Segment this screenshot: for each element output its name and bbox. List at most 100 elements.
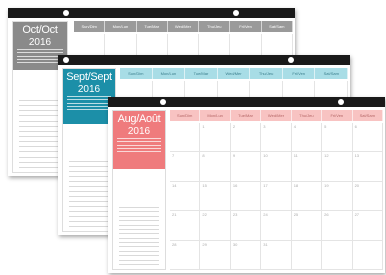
- day-number: 13: [354, 153, 360, 159]
- note-line: [19, 100, 61, 101]
- note-line: [119, 255, 159, 257]
- day-cell: 12: [322, 152, 353, 182]
- weekday-label: Tue/Mar: [231, 110, 262, 121]
- day-number: 4: [293, 124, 296, 129]
- day-number: 24: [263, 212, 268, 218]
- note-line: [19, 115, 61, 117]
- day-cell: 27: [352, 211, 383, 241]
- day-cell: 20: [352, 181, 383, 212]
- weekday-label: Sun/Dim: [120, 68, 153, 79]
- day-cell: 5: [322, 123, 353, 153]
- day-cell: 13: [352, 152, 383, 182]
- note-line: [19, 110, 61, 112]
- note-line: [119, 220, 159, 222]
- day-cell: 29: [200, 240, 231, 270]
- day-number: 6: [354, 124, 357, 129]
- note-line: [19, 166, 61, 168]
- calendar-aug: Aug/Août 2016 Sun/Dim Mon/Lun Tue/Mar Wed/M…: [108, 97, 385, 273]
- note-line: [69, 201, 109, 202]
- day-cell: 8: [200, 152, 231, 182]
- note-line: [119, 224, 159, 226]
- month-title: Oct/Oct: [22, 24, 58, 36]
- note-line: [69, 221, 109, 222]
- weekday-label: Wed/Mer: [261, 110, 292, 121]
- day-cell: 6: [352, 123, 383, 153]
- note-line: [19, 130, 61, 132]
- note-line: [69, 181, 109, 182]
- binder-hole: [63, 57, 69, 63]
- year-label: 2016: [127, 126, 151, 137]
- month-header: Aug/Août 2016: [113, 111, 165, 169]
- note-line: [119, 211, 159, 213]
- day-number: 23: [232, 212, 238, 218]
- day-cell: 23: [230, 211, 262, 241]
- day-number: 29: [202, 241, 207, 247]
- day-number: 30: [232, 241, 238, 247]
- date-grid: 1 2 3 4 5 6 7 8 9 10 11 12 13 14 15 16 17 18 19 20 21 22 23 24 2…: [170, 123, 383, 270]
- mini-calendar: [17, 49, 63, 63]
- note-line: [69, 186, 109, 187]
- day-number: 2: [232, 124, 236, 129]
- note-line: [69, 196, 109, 197]
- day-cell: 3: [261, 123, 292, 153]
- note-line: [119, 237, 159, 239]
- binder-hole: [288, 57, 294, 63]
- note-line: [119, 242, 159, 243]
- note-line: [19, 161, 61, 163]
- note-line: [19, 105, 61, 107]
- note-line: [119, 233, 159, 235]
- note-line: [119, 259, 159, 261]
- mini-calendar: [117, 138, 161, 152]
- weekday-label: Sun/Dim: [170, 110, 201, 121]
- note-line: [69, 161, 109, 162]
- weekday-label: Fri/Ven: [283, 68, 316, 79]
- day-number: 31: [263, 241, 268, 247]
- binder-hole: [338, 99, 344, 105]
- note-line: [119, 215, 159, 217]
- note-line: [69, 206, 109, 207]
- day-cell: 25: [291, 211, 323, 241]
- note-line: [119, 207, 159, 208]
- side-panel: Aug/Août 2016: [112, 110, 166, 270]
- day-number: 11: [293, 153, 298, 159]
- weekday-label: Fri/Ven: [322, 110, 353, 121]
- day-number: 9: [232, 153, 236, 159]
- note-line: [69, 176, 109, 177]
- day-cell: 16: [230, 181, 262, 212]
- day-number: 15: [202, 182, 207, 188]
- day-number: 8: [202, 153, 205, 159]
- day-number: 18: [293, 182, 299, 188]
- binder-strip: [58, 55, 350, 65]
- note-line: [19, 151, 61, 153]
- weekday-label: Fri/Ven: [230, 21, 262, 32]
- weekday-label: Thu/Jeu: [292, 110, 323, 121]
- day-cell: 17: [261, 181, 292, 212]
- weekday-label: Thu/Jeu: [250, 68, 283, 79]
- notes-lines: [119, 207, 159, 265]
- weekday-label: Mon/Lun: [105, 21, 137, 32]
- binder-hole: [160, 99, 166, 105]
- note-line: [119, 228, 159, 230]
- weekday-header: Sun/Dim Mon/Lun Tue/Mar Wed/Mer Thu/Jeu Fri/V…: [170, 110, 383, 121]
- day-number: 17: [263, 182, 268, 188]
- day-number: 26: [324, 212, 329, 218]
- weekday-label: Tue/Mar: [185, 68, 218, 79]
- day-number: 5: [324, 124, 327, 129]
- day-cell: 24: [261, 211, 292, 241]
- notes-lines: [19, 100, 61, 168]
- day-number: 27: [354, 212, 360, 218]
- note-line: [19, 156, 61, 158]
- weekday-label: Sat/Sam: [315, 68, 349, 79]
- year-label: 2016: [28, 37, 52, 48]
- day-number: 3: [263, 124, 266, 129]
- note-line: [69, 191, 109, 192]
- day-cell: 10: [261, 152, 292, 182]
- day-cell: [352, 240, 383, 270]
- note-line: [119, 250, 159, 252]
- day-number: 28: [172, 241, 177, 247]
- weekday-label: Thu/Jeu: [199, 21, 231, 32]
- weekday-label: Sat/Sam: [262, 21, 293, 32]
- note-line: [69, 211, 109, 212]
- day-cell: [170, 123, 201, 153]
- day-number: 12: [324, 153, 329, 159]
